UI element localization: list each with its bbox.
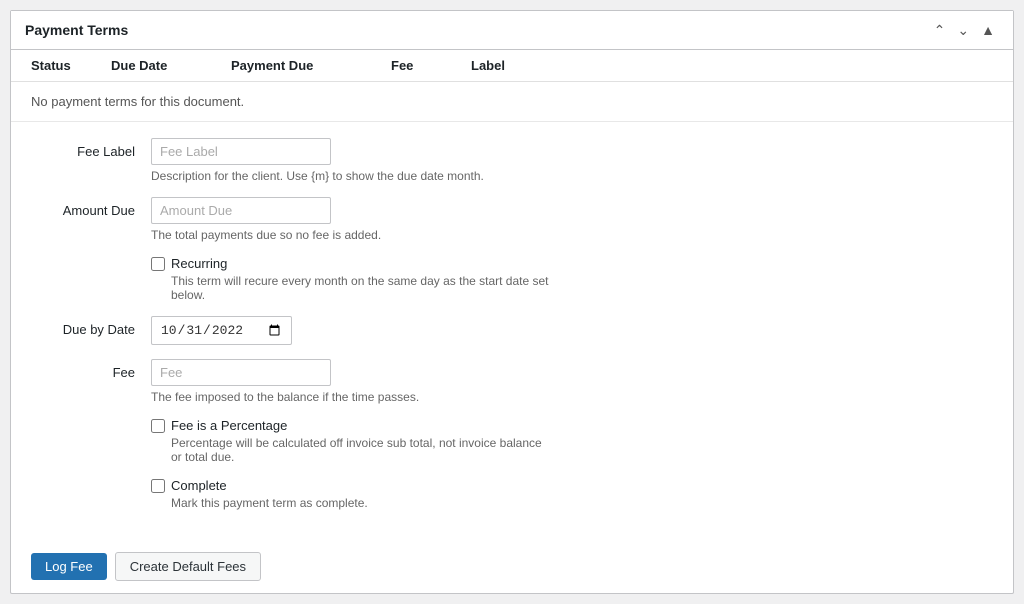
fee-percentage-checkbox[interactable] — [151, 419, 165, 433]
collapse-up-button[interactable]: ⌃ — [930, 21, 950, 39]
complete-checkbox[interactable] — [151, 479, 165, 493]
create-default-fees-button[interactable]: Create Default Fees — [115, 552, 261, 581]
recurring-checkbox[interactable] — [151, 257, 165, 271]
fee-percentage-help: Percentage will be calculated off invoic… — [151, 436, 551, 464]
widget-header: Payment Terms ⌃ ⌄ ▲ — [11, 11, 1013, 50]
recurring-label: Recurring — [171, 256, 227, 271]
widget-title: Payment Terms — [25, 22, 128, 38]
complete-label-row: Complete — [151, 478, 368, 493]
payment-terms-widget: Payment Terms ⌃ ⌄ ▲ Status Due Date Paym… — [10, 10, 1014, 594]
fee-percentage-label-row: Fee is a Percentage — [151, 418, 551, 433]
fee-label-row: Fee Label Description for the client. Us… — [31, 138, 993, 183]
due-by-date-input[interactable] — [151, 316, 292, 345]
toggle-button[interactable]: ▲ — [977, 21, 999, 39]
amount-due-label: Amount Due — [31, 197, 151, 218]
widget-controls: ⌃ ⌄ ▲ — [930, 21, 999, 39]
col-header-fee: Fee — [391, 58, 471, 73]
recurring-label-row: Recurring — [151, 256, 551, 271]
col-header-due-date: Due Date — [111, 58, 231, 73]
col-header-status: Status — [31, 58, 111, 73]
fee-label-field-wrap: Description for the client. Use {m} to s… — [151, 138, 993, 183]
due-by-date-field-wrap — [151, 316, 993, 345]
fee-percentage-row: Fee is a Percentage Percentage will be c… — [31, 418, 993, 464]
due-by-date-label: Due by Date — [31, 316, 151, 337]
recurring-help: This term will recure every month on the… — [151, 274, 551, 302]
col-header-label: Label — [471, 58, 993, 73]
recurring-wrap: Recurring This term will recure every mo… — [151, 256, 551, 302]
table-header: Status Due Date Payment Due Fee Label — [11, 50, 1013, 82]
fee-percentage-label: Fee is a Percentage — [171, 418, 287, 433]
recurring-row: Recurring This term will recure every mo… — [31, 256, 993, 302]
due-by-date-row: Due by Date — [31, 316, 993, 345]
amount-due-input[interactable] — [151, 197, 331, 224]
complete-help: Mark this payment term as complete. — [151, 496, 368, 510]
fee-label-field: Fee — [31, 359, 151, 380]
fee-label-input[interactable] — [151, 138, 331, 165]
col-header-payment-due: Payment Due — [231, 58, 391, 73]
form-section: Fee Label Description for the client. Us… — [11, 122, 1013, 540]
fee-help: The fee imposed to the balance if the ti… — [151, 390, 571, 404]
collapse-down-button[interactable]: ⌄ — [953, 21, 973, 39]
complete-wrap: Complete Mark this payment term as compl… — [151, 478, 368, 510]
complete-label: Complete — [171, 478, 227, 493]
fee-percentage-wrap: Fee is a Percentage Percentage will be c… — [151, 418, 551, 464]
footer-section: Log Fee Create Default Fees — [11, 540, 1013, 593]
no-terms-message: No payment terms for this document. — [11, 82, 1013, 122]
fee-input[interactable] — [151, 359, 331, 386]
fee-row: Fee The fee imposed to the balance if th… — [31, 359, 993, 404]
fee-field-wrap: The fee imposed to the balance if the ti… — [151, 359, 993, 404]
amount-due-field-wrap: The total payments due so no fee is adde… — [151, 197, 993, 242]
log-fee-button[interactable]: Log Fee — [31, 553, 107, 580]
complete-row: Complete Mark this payment term as compl… — [31, 478, 993, 510]
fee-label-help: Description for the client. Use {m} to s… — [151, 169, 571, 183]
amount-due-help: The total payments due so no fee is adde… — [151, 228, 571, 242]
amount-due-row: Amount Due The total payments due so no … — [31, 197, 993, 242]
fee-label-label: Fee Label — [31, 138, 151, 159]
